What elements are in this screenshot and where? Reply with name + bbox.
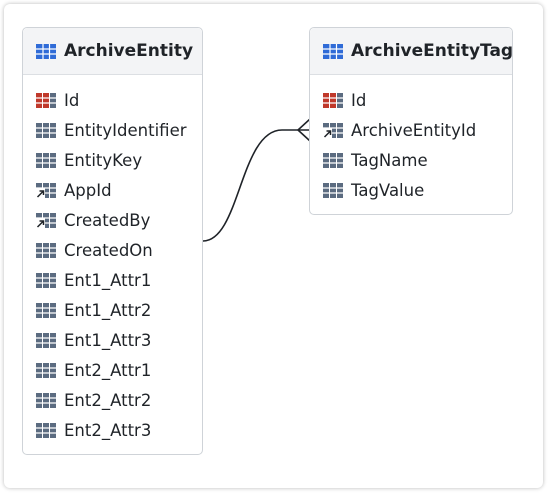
entity-title: ArchiveEntity <box>64 41 194 61</box>
relationship-line <box>202 129 310 242</box>
column-icon <box>36 392 56 408</box>
field-name: Ent2_Attr2 <box>64 390 152 410</box>
column-icon <box>36 422 56 438</box>
foreign-key-icon <box>36 182 56 198</box>
field-row[interactable]: Ent2_Attr1 <box>23 355 202 385</box>
entity-archive-entity[interactable]: ArchiveEntity Id EntityIdentifier EntityKe… <box>22 27 203 455</box>
field-name: AppId <box>64 180 112 200</box>
field-row[interactable]: Ent2_Attr2 <box>23 385 202 415</box>
field-name: Ent1_Attr2 <box>64 300 152 320</box>
entity-header[interactable]: ArchiveEntity <box>23 28 202 75</box>
field-row[interactable]: Ent1_Attr1 <box>23 265 202 295</box>
field-name: Ent1_Attr3 <box>64 330 152 350</box>
column-icon <box>36 152 56 168</box>
column-icon <box>323 152 343 168</box>
column-icon <box>323 182 343 198</box>
column-icon <box>36 242 56 258</box>
field-name: Ent1_Attr1 <box>64 270 152 290</box>
field-name: CreatedOn <box>64 240 153 260</box>
primary-key-icon <box>36 92 56 108</box>
field-row[interactable]: EntityKey <box>23 145 202 175</box>
field-name: CreatedBy <box>64 210 151 230</box>
field-row[interactable]: Id <box>310 85 512 115</box>
field-name: Id <box>351 90 367 110</box>
field-row[interactable]: CreatedBy <box>23 205 202 235</box>
table-icon <box>36 43 56 59</box>
column-icon <box>36 272 56 288</box>
field-name: Ent2_Attr3 <box>64 420 152 440</box>
column-icon <box>36 122 56 138</box>
field-name: TagName <box>351 150 428 170</box>
field-name: EntityKey <box>64 150 143 170</box>
primary-key-icon <box>323 92 343 108</box>
field-row[interactable]: Id <box>23 85 202 115</box>
entity-header[interactable]: ArchiveEntityTag <box>310 28 514 75</box>
field-name: Ent2_Attr1 <box>64 360 152 380</box>
field-name: Id <box>64 90 80 110</box>
table-icon <box>323 43 343 59</box>
field-row[interactable]: AppId <box>23 175 202 205</box>
field-row[interactable]: Ent1_Attr3 <box>23 325 202 355</box>
foreign-key-icon <box>323 122 343 138</box>
diagram-canvas: ArchiveEntity Id EntityIdentifier EntityKe… <box>4 4 543 488</box>
entity-archive-entity-tag[interactable]: ArchiveEntityTag Id ArchiveEntityId TagNam… <box>309 27 513 215</box>
field-row[interactable]: TagName <box>310 145 512 175</box>
field-row[interactable]: CreatedOn <box>23 235 202 265</box>
field-name: TagValue <box>351 180 425 200</box>
column-icon <box>36 332 56 348</box>
field-row[interactable]: ArchiveEntityId <box>310 115 512 145</box>
field-list: Id ArchiveEntityId TagName TagValue <box>310 75 512 205</box>
field-row[interactable]: Ent2_Attr3 <box>23 415 202 445</box>
entity-title: ArchiveEntityTag <box>351 41 514 61</box>
field-list: Id EntityIdentifier EntityKey AppId CreatedB… <box>23 75 202 445</box>
field-row[interactable]: EntityIdentifier <box>23 115 202 145</box>
field-name: EntityIdentifier <box>64 120 187 140</box>
field-row[interactable]: TagValue <box>310 175 512 205</box>
column-icon <box>36 362 56 378</box>
column-icon <box>36 302 56 318</box>
foreign-key-icon <box>36 212 56 228</box>
field-name: ArchiveEntityId <box>351 120 477 140</box>
field-row[interactable]: Ent1_Attr2 <box>23 295 202 325</box>
